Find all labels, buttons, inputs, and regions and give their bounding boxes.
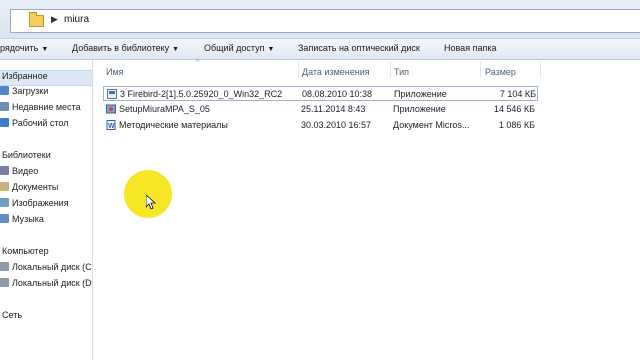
- dropdown-arrow-icon: ▼: [267, 46, 275, 53]
- nav-item-disk-c[interactable]: Локальный диск (C: [0, 262, 92, 276]
- sort-caret-icon: ^: [196, 59, 200, 66]
- column-header-size[interactable]: Размер: [485, 67, 516, 85]
- nav-item-pictures[interactable]: Изображения: [0, 198, 69, 212]
- file-date: 25.11.2014 8:43: [301, 104, 366, 114]
- file-size: 7 104 КБ: [499, 89, 536, 99]
- music-library-icon: [0, 214, 9, 223]
- nav-network[interactable]: Сеть: [2, 310, 22, 324]
- desktop-icon: [0, 118, 9, 127]
- column-header-type[interactable]: Тип: [394, 67, 409, 85]
- dropdown-arrow-icon: ▼: [41, 46, 49, 53]
- nav-computer[interactable]: Компьютер: [2, 246, 49, 260]
- file-name: Методические материалы: [119, 120, 228, 130]
- documents-library-icon: [0, 182, 9, 191]
- share-button[interactable]: Общий доступ ▼: [204, 43, 274, 53]
- pane-divider[interactable]: [92, 60, 93, 360]
- column-header-name[interactable]: Имя: [106, 67, 124, 85]
- pictures-library-icon: [0, 198, 9, 207]
- file-name: SetupMiuraMPA_S_05: [119, 104, 210, 114]
- video-library-icon: [0, 166, 9, 175]
- column-divider[interactable]: [540, 62, 541, 78]
- column-header-date[interactable]: Дата изменения: [302, 67, 370, 85]
- downloads-icon: [0, 86, 9, 95]
- column-divider[interactable]: [298, 62, 299, 78]
- dropdown-arrow-icon: ▼: [172, 46, 180, 53]
- file-size: 14 546 КБ: [493, 104, 535, 114]
- burn-disc-button[interactable]: Записать на оптический диск: [298, 43, 420, 53]
- file-type: Приложение: [393, 104, 446, 114]
- nav-item-video[interactable]: Видео: [0, 166, 38, 180]
- nav-item-music[interactable]: Музыка: [0, 214, 44, 228]
- nav-item-recent-places[interactable]: Недавние места: [0, 102, 81, 116]
- column-divider[interactable]: [480, 62, 481, 78]
- file-size: 1 086 КБ: [498, 120, 535, 130]
- nav-libraries[interactable]: Библиотеки: [2, 150, 51, 164]
- breadcrumb-folder[interactable]: miura: [64, 14, 89, 25]
- navigation-pane: Избранное Загрузки Недавние места Рабочи…: [0, 60, 92, 360]
- file-date: 08.08.2010 10:38: [302, 89, 373, 99]
- nav-item-disk-d[interactable]: Локальный диск (D: [0, 278, 92, 292]
- installer-icon: [107, 89, 117, 99]
- file-type: Документ Micros...: [393, 120, 470, 130]
- nav-item-downloads[interactable]: Загрузки: [0, 86, 48, 100]
- breadcrumb-chevron-icon[interactable]: ▶: [51, 14, 58, 25]
- nav-favorites[interactable]: Избранное: [0, 70, 92, 86]
- file-type: Приложение: [394, 89, 447, 99]
- column-divider[interactable]: [390, 62, 391, 78]
- folder-icon: [29, 12, 44, 27]
- organize-button[interactable]: рядочить ▼: [0, 43, 48, 53]
- recent-places-icon: [0, 102, 9, 111]
- svg-text:W: W: [108, 123, 115, 130]
- word-doc-icon: W: [106, 120, 116, 130]
- file-row[interactable]: 3 Firebird-2[1].5.0.25920_0_Win32_RC2 08…: [103, 86, 538, 101]
- mouse-cursor-icon: [146, 195, 156, 210]
- setup-icon: [106, 104, 116, 114]
- add-to-library-button[interactable]: Добавить в библиотеку ▼: [72, 43, 179, 53]
- command-bar: рядочить ▼ Добавить в библиотеку ▼ Общий д…: [0, 39, 640, 60]
- hard-disk-icon: [0, 278, 9, 287]
- file-name: 3 Firebird-2[1].5.0.25920_0_Win32_RC2: [120, 89, 283, 99]
- nav-item-desktop[interactable]: Рабочий стол: [0, 118, 69, 132]
- file-row[interactable]: W Методические материалы 30.03.2010 16:5…: [103, 118, 538, 133]
- address-bar[interactable]: ▶ miura: [10, 9, 640, 33]
- hard-disk-icon: [0, 262, 9, 271]
- file-date: 30.03.2010 16:57: [301, 120, 372, 130]
- new-folder-button[interactable]: Новая папка: [444, 43, 496, 53]
- nav-item-documents[interactable]: Документы: [0, 182, 58, 196]
- file-row[interactable]: SetupMiuraMPA_S_05 25.11.2014 8:43 Прило…: [103, 102, 538, 117]
- address-bar-area: ▶ miura: [0, 0, 640, 39]
